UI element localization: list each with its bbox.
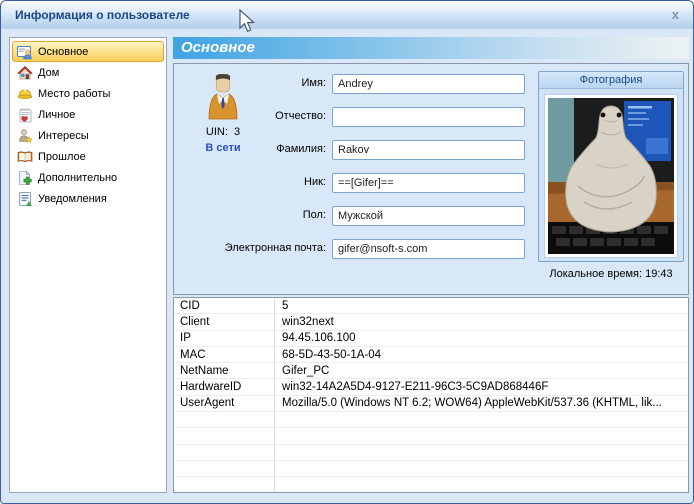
surname-field[interactable]	[332, 140, 525, 160]
table-row: IP 94.45.106.100	[174, 331, 688, 347]
connection-details-table: CID 5 Client win32next IP 94.45.106.100 …	[173, 297, 689, 493]
table-row: Client win32next	[174, 314, 688, 330]
table-row: NetName Gifer_PC	[174, 363, 688, 379]
sidebar-item-label: Место работы	[38, 88, 110, 100]
sidebar-item-label: Личное	[38, 109, 75, 121]
mouse-cursor	[239, 9, 256, 33]
table-row: UserAgent Mozilla/5.0 (Windows NT 6.2; W…	[174, 396, 688, 412]
field-label-email: Электронная почта:	[126, 242, 326, 254]
sidebar-item-osnovnoe[interactable]: Основное	[12, 41, 164, 62]
field-label-nick: Ник:	[126, 176, 326, 188]
home-icon	[17, 65, 33, 81]
profile-panel: UIN: 3 В сети Имя: Отчество: Фамилия: Ни…	[173, 63, 689, 295]
table-row: MAC 68-5D-43-50-1A-04	[174, 347, 688, 363]
zhdun-figurine-photo	[548, 98, 674, 254]
hardhat-icon	[17, 86, 33, 102]
field-label-surname: Фамилия:	[126, 143, 326, 155]
uin-label: UIN: 3	[184, 126, 262, 138]
uin-value: 3	[234, 126, 240, 138]
field-label-name: Имя:	[126, 77, 326, 89]
sidebar-item-label: Прошлое	[38, 151, 86, 163]
name-field[interactable]	[332, 74, 525, 94]
sidebar-nav: Основное Дом Место работы	[9, 37, 167, 493]
photo-panel: Фотография	[538, 71, 684, 262]
table-row-empty	[174, 477, 688, 493]
sidebar-item-label: Основное	[38, 46, 88, 58]
sidebar-item-label: Уведомления	[38, 193, 107, 205]
close-icon[interactable]: x	[672, 7, 679, 22]
gender-field[interactable]	[332, 206, 525, 226]
open-book-icon	[17, 149, 33, 165]
email-field[interactable]	[332, 239, 525, 259]
field-label-gender: Пол:	[126, 209, 326, 221]
title-bar[interactable]: Информация о пользователе x	[1, 1, 693, 29]
table-row: CID 5	[174, 298, 688, 314]
user-photo	[544, 94, 678, 258]
page-plus-icon	[17, 170, 33, 186]
sidebar-item-label: Дополнительно	[38, 172, 117, 184]
sidebar-item-label: Интересы	[38, 130, 89, 142]
window-title: Информация о пользователе	[15, 8, 190, 22]
column-divider	[274, 298, 275, 492]
vcard-user-icon	[17, 44, 33, 60]
table-row-empty	[174, 412, 688, 428]
nick-field[interactable]	[332, 173, 525, 193]
sidebar-item-label: Дом	[38, 67, 59, 79]
table-row: HardwareID win32-14A2A5D4-9127-E211-96C3…	[174, 379, 688, 395]
person-star-icon	[17, 128, 33, 144]
field-label-patronymic: Отчество:	[126, 110, 326, 122]
photo-header: Фотография	[539, 72, 683, 89]
page-list-icon	[17, 191, 33, 207]
patronymic-field[interactable]	[332, 107, 525, 127]
table-row-empty	[174, 445, 688, 461]
table-row-empty	[174, 461, 688, 477]
local-time-label: Локальное время: 19:43	[538, 268, 684, 280]
table-row-empty	[174, 428, 688, 444]
user-info-window: Информация о пользователе x Основное Дом	[0, 0, 694, 504]
notepad-heart-icon	[17, 107, 33, 123]
section-header: Основное	[173, 37, 689, 59]
sidebar-item-uvedomleniya[interactable]: Уведомления	[12, 188, 164, 209]
